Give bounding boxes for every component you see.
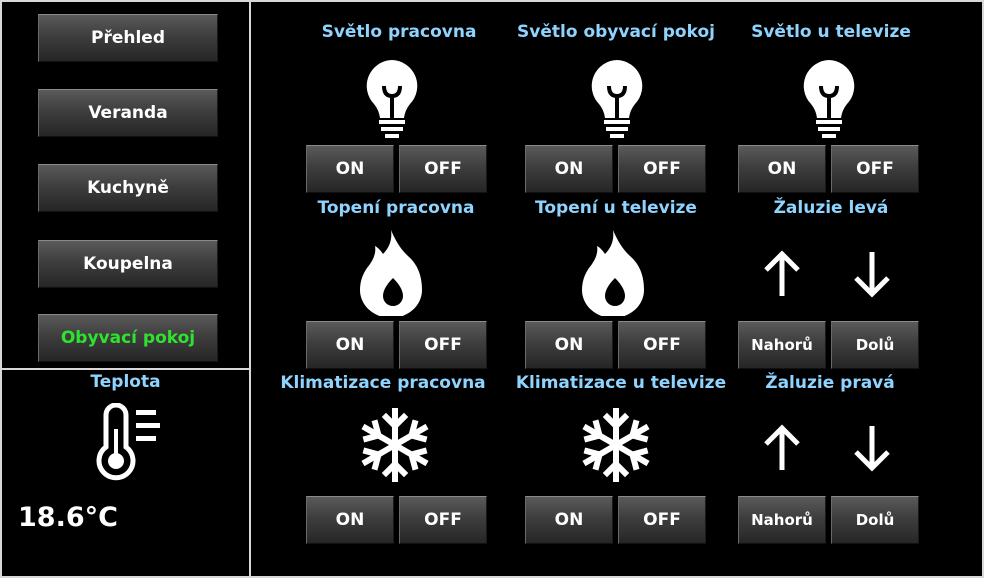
arrow-down-icon bbox=[854, 426, 890, 472]
device-label: Topení u televize bbox=[535, 198, 697, 218]
topeni-pracovna-on-button[interactable]: ON bbox=[306, 321, 394, 369]
flame-icon bbox=[582, 230, 644, 316]
arrow-down-icon bbox=[854, 252, 890, 298]
device-label: Klimatizace pracovna bbox=[280, 373, 486, 393]
klimatizace-u-televize-on-button[interactable]: ON bbox=[525, 496, 613, 544]
temperature-title: Teplota bbox=[90, 372, 161, 392]
svetlo-obyvaci-pokoj-on-button[interactable]: ON bbox=[525, 145, 613, 193]
snowflake-icon bbox=[582, 408, 650, 482]
lightbulb-icon bbox=[591, 60, 643, 138]
device-label: Žaluzie levá bbox=[773, 198, 889, 218]
device-label: Světlo pracovna bbox=[321, 22, 477, 42]
arrow-up-icon bbox=[764, 424, 800, 470]
klimatizace-u-televize-off-button[interactable]: OFF bbox=[618, 496, 706, 544]
panel-divider-vertical bbox=[249, 0, 251, 578]
zaluzie-prava-up-button[interactable]: Nahorů bbox=[738, 496, 826, 544]
arrow-up-icon bbox=[764, 250, 800, 296]
topeni-pracovna-off-button[interactable]: OFF bbox=[399, 321, 487, 369]
zaluzie-prava-down-button[interactable]: Dolů bbox=[831, 496, 919, 544]
zaluzie-leva-down-button[interactable]: Dolů bbox=[831, 321, 919, 369]
lightbulb-icon bbox=[803, 60, 855, 138]
device-label: Žaluzie pravá bbox=[765, 373, 895, 393]
topeni-u-televize-on-button[interactable]: ON bbox=[525, 321, 613, 369]
snowflake-icon bbox=[361, 408, 429, 482]
svetlo-pracovna-off-button[interactable]: OFF bbox=[399, 145, 487, 193]
temperature-value: 18.6°C bbox=[18, 502, 118, 533]
klimatizace-pracovna-off-button[interactable]: OFF bbox=[399, 496, 487, 544]
nav-obyvaci-pokoj-button[interactable]: Obyvací pokoj bbox=[38, 314, 218, 362]
topeni-u-televize-off-button[interactable]: OFF bbox=[618, 321, 706, 369]
device-label: Světlo obyvací pokoj bbox=[517, 22, 715, 42]
svetlo-u-televize-off-button[interactable]: OFF bbox=[831, 145, 919, 193]
nav-prehled-button[interactable]: Přehled bbox=[38, 14, 218, 62]
nav-kuchyne-button[interactable]: Kuchyně bbox=[38, 164, 218, 212]
zaluzie-leva-up-button[interactable]: Nahorů bbox=[738, 321, 826, 369]
lightbulb-icon bbox=[366, 60, 418, 138]
thermometer-icon bbox=[96, 403, 160, 481]
klimatizace-pracovna-on-button[interactable]: ON bbox=[306, 496, 394, 544]
svetlo-obyvaci-pokoj-off-button[interactable]: OFF bbox=[618, 145, 706, 193]
device-label: Topení pracovna bbox=[317, 198, 475, 218]
nav-koupelna-button[interactable]: Koupelna bbox=[38, 240, 218, 288]
svetlo-pracovna-on-button[interactable]: ON bbox=[306, 145, 394, 193]
panel-divider-horizontal bbox=[0, 368, 251, 370]
nav-veranda-button[interactable]: Veranda bbox=[38, 89, 218, 137]
svetlo-u-televize-on-button[interactable]: ON bbox=[738, 145, 826, 193]
flame-icon bbox=[360, 230, 422, 316]
device-label: Světlo u televize bbox=[751, 22, 911, 42]
device-label: Klimatizace u televize bbox=[515, 373, 727, 393]
